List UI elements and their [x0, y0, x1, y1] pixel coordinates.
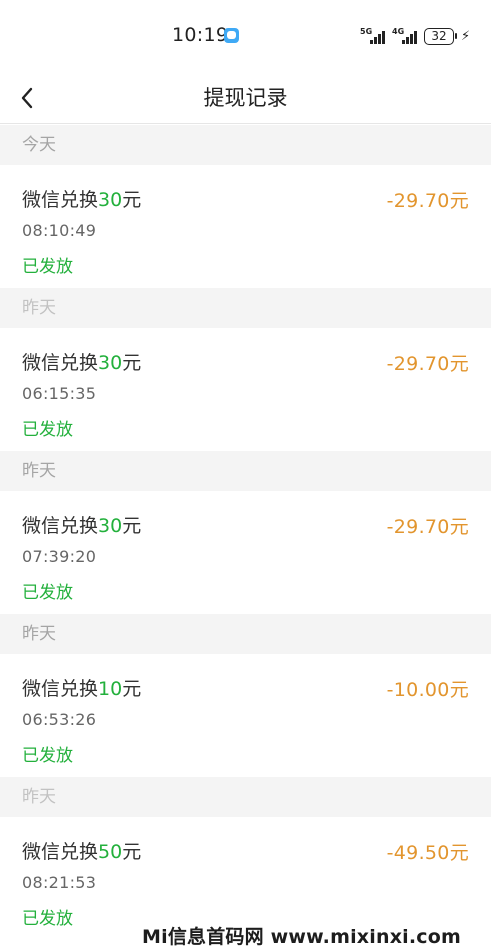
record-status: 已发放: [22, 257, 73, 277]
page-title: 提现记录: [203, 86, 288, 110]
charging-bolt-icon: ⚡: [461, 28, 471, 44]
record-time: 06:53:26: [22, 710, 97, 729]
status-indicators: 5G 4G 32 ⚡: [360, 25, 470, 47]
record-amount: 30: [98, 352, 123, 374]
record-time: 06:15:35: [22, 384, 97, 403]
record-title: 微信兑换10元: [22, 678, 142, 700]
battery-icon: 32: [424, 27, 457, 45]
record-value: -49.50元: [386, 842, 469, 864]
record-value: -29.70元: [386, 516, 469, 538]
status-time: 10:19: [172, 24, 229, 46]
record-time: 08:10:49: [22, 221, 97, 240]
record-amount: 50: [98, 841, 123, 863]
record-status: 已发放: [22, 746, 73, 766]
record-value: -29.70元: [386, 190, 469, 212]
list-item[interactable]: 微信兑换30元 07:39:20 已发放 -29.70元: [0, 491, 491, 614]
date-header: 昨天: [0, 288, 491, 328]
record-amount: 30: [98, 189, 123, 211]
record-value: -10.00元: [386, 679, 469, 701]
watermark: Mi信息首码网 www.mixinxi.com: [142, 926, 462, 946]
list-item[interactable]: 微信兑换10元 06:53:26 已发放 -10.00元: [0, 654, 491, 777]
withdrawal-record-list: 今天 微信兑换30元 08:10:49 已发放 -29.70元 昨天 微信兑换3…: [0, 125, 491, 940]
list-item[interactable]: 微信兑换30元 06:15:35 已发放 -29.70元: [0, 328, 491, 451]
record-title: 微信兑换30元: [22, 189, 142, 211]
notification-app-icon: [224, 28, 239, 43]
record-status: 已发放: [22, 420, 73, 440]
status-bar: 10:19 5G 4G 32 ⚡: [0, 0, 491, 72]
record-title: 微信兑换30元: [22, 352, 142, 374]
record-title: 微信兑换50元: [22, 841, 142, 863]
record-status: 已发放: [22, 909, 73, 929]
date-header: 今天: [0, 125, 491, 165]
signal-5g-icon: 5G: [360, 27, 388, 45]
date-header: 昨天: [0, 614, 491, 654]
date-header: 昨天: [0, 451, 491, 491]
list-item[interactable]: 微信兑换30元 08:10:49 已发放 -29.70元: [0, 165, 491, 288]
nav-bar: 提现记录: [0, 72, 491, 124]
record-title: 微信兑换30元: [22, 515, 142, 537]
record-amount: 10: [98, 678, 123, 700]
date-header: 昨天: [0, 777, 491, 817]
record-status: 已发放: [22, 583, 73, 603]
record-time: 07:39:20: [22, 547, 97, 566]
record-amount: 30: [98, 515, 123, 537]
signal-4g-icon: 4G: [392, 27, 420, 45]
record-time: 08:21:53: [22, 873, 97, 892]
record-value: -29.70元: [386, 353, 469, 375]
